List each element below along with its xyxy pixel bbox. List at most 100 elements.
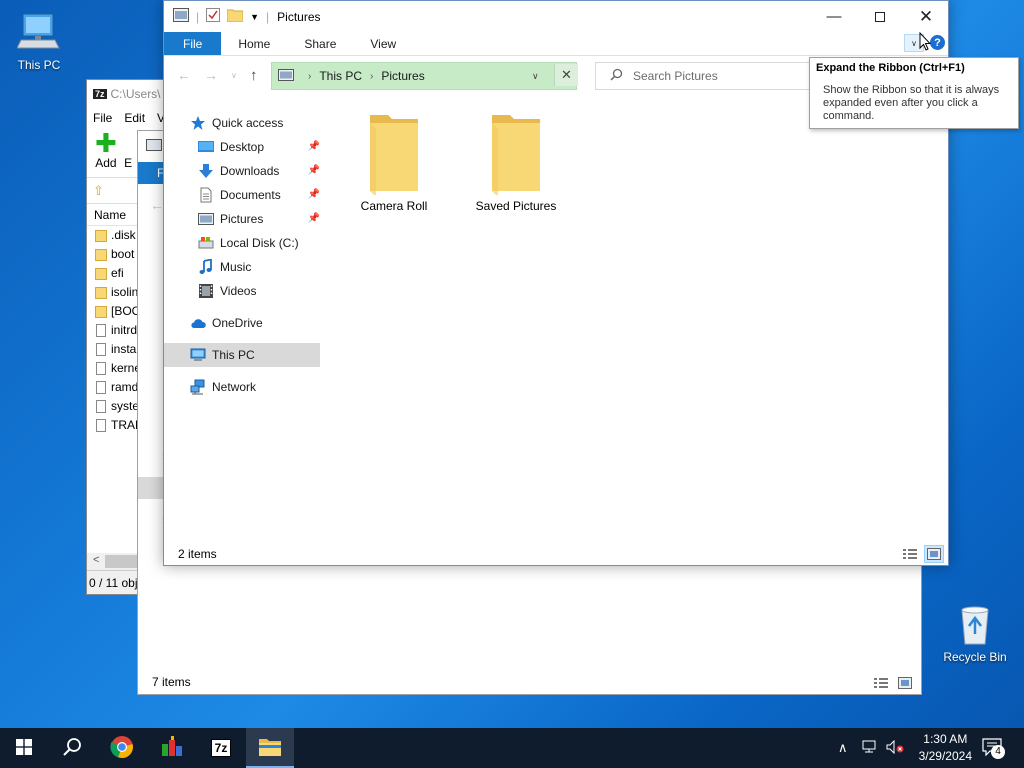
sevenzip-file-name: efi [111,266,124,280]
film-icon [198,283,214,299]
nav-label: Local Disk (C:) [220,236,299,250]
taskbar-chrome[interactable] [98,728,146,768]
maximize-button[interactable] [857,1,903,32]
desktop-folder-icon [198,139,214,155]
desktop-icon-recycle-bin[interactable]: Recycle Bin [937,602,1013,664]
close-button[interactable]: ✕ [903,1,949,32]
tooltip-body: Show the Ribbon so that it is always exp… [823,84,1000,122]
qat-separator: | [266,9,270,24]
search-input[interactable] [633,69,833,83]
address-clear-button[interactable]: ✕ [554,64,578,86]
file-icon [96,419,106,432]
sevenzip-add-label: Add [95,156,117,170]
mouse-cursor-icon [919,31,932,55]
show-hidden-icons-chevron[interactable]: ∧ [838,740,848,756]
breadcrumb-pictures[interactable]: Pictures [381,69,424,83]
folder-item-saved-pictures[interactable]: Saved Pictures [461,111,571,213]
address-bar[interactable]: › This PC › Pictures ∨ [271,62,577,90]
explorer-back-app-icon [146,139,162,151]
nav-network[interactable]: Network [164,375,324,399]
tab-view[interactable]: View [353,32,413,55]
nav-label: Pictures [220,212,264,226]
ribbon-tabs: File Home Share View [164,32,948,56]
sevenzip-menu-edit[interactable]: Edit [124,111,145,125]
folder-icon [488,111,544,197]
nav-onedrive[interactable]: OneDrive [164,311,324,335]
pin-icon[interactable]: 📌 [308,213,320,224]
folder-item-camera-roll[interactable]: Camera Roll [339,111,449,213]
pin-icon[interactable]: 📌 [308,189,320,200]
nav-pictures[interactable]: Pictures 📌 [164,207,324,231]
close-icon: ✕ [561,67,572,82]
tab-share[interactable]: Share [287,32,353,55]
volume-muted-icon[interactable] [886,739,906,757]
nav-videos[interactable]: Videos [164,279,324,303]
forward-arrow-icon[interactable]: → [204,67,218,83]
sevenzip-menu-file[interactable]: File [93,111,112,125]
folder-icon [258,737,282,760]
this-pc-small-icon [278,68,294,84]
taskbar-7zip[interactable]: 7z [197,728,245,768]
recent-locations-chevron-icon[interactable]: ∨ [231,71,237,80]
search-icon [610,68,623,84]
taskbar-file-explorer[interactable] [246,728,294,768]
up-folder-icon[interactable]: ⇧ [93,183,104,199]
taskbar-clock[interactable]: 1:30 AM 3/29/2024 [919,731,972,765]
taskbar-app-tools[interactable] [148,728,196,768]
large-icons-view-icon[interactable] [895,674,915,692]
file-icon [96,381,106,394]
desktop-icon-label: Recycle Bin [943,650,1007,664]
explorer-back-file-tab[interactable]: F [138,162,164,184]
notification-center-button[interactable]: 4 [982,738,1005,759]
nav-local-disk[interactable]: Local Disk (C:) [164,231,324,255]
nav-selected-highlight [138,477,164,499]
large-icons-view-icon[interactable] [924,545,944,563]
properties-check-icon[interactable] [206,8,221,25]
pin-icon[interactable]: 📌 [308,165,320,176]
desktop-icon-this-pc[interactable]: This PC [1,10,77,72]
help-button[interactable]: ? [930,35,945,50]
minimize-button[interactable]: — [811,1,857,32]
nav-this-pc[interactable]: This PC [164,343,320,367]
network-status-icon[interactable] [862,740,880,757]
details-view-icon[interactable] [900,545,920,563]
star-icon [190,115,206,131]
pin-icon[interactable]: 📌 [308,141,320,152]
up-arrow-icon[interactable]: ↑ [250,67,258,84]
sevenzip-file-name: instal [111,342,140,356]
item-count-status: 2 items [178,547,217,561]
nav-label: OneDrive [212,316,263,330]
nav-downloads[interactable]: Downloads 📌 [164,159,324,183]
help-icon: ? [934,36,941,49]
recycle-bin-icon [953,602,997,646]
details-view-icon[interactable] [871,674,891,692]
address-history-chevron-icon[interactable]: ∨ [532,71,539,82]
desktop-icon-label: This PC [17,58,61,72]
sevenzip-add-button[interactable]: ✚ Add [95,130,117,170]
nav-quick-access[interactable]: Quick access [164,111,324,135]
new-folder-icon[interactable] [226,8,244,25]
download-arrow-icon [198,163,214,179]
sevenzip-file-name: isolin [111,285,139,299]
search-taskbar-button[interactable] [48,728,96,768]
nav-music[interactable]: Music [164,255,324,279]
minimize-icon: — [826,8,842,25]
back-arrow-icon[interactable]: ← [150,197,164,213]
back-arrow-icon[interactable]: ← [177,67,191,83]
tab-file[interactable]: File [164,32,222,55]
colorful-app-icon [160,735,184,761]
breadcrumb-this-pc[interactable]: This PC [319,69,362,83]
sevenzip-titlebar[interactable]: 7z C:\Users\ [87,80,165,108]
sevenzip-extract-label: E [124,156,133,170]
nav-desktop[interactable]: Desktop 📌 [164,135,324,159]
breadcrumb-separator-icon: › [308,70,312,82]
nav-documents[interactable]: Documents 📌 [164,183,324,207]
sevenzip-extract-button[interactable]: E [124,130,132,170]
start-button[interactable] [0,728,48,768]
tab-home[interactable]: Home [221,32,287,55]
customize-qat-dropdown-icon[interactable]: ▼ [250,12,259,22]
window-app-icon[interactable] [173,8,189,25]
scroll-left-icon[interactable]: < [93,554,99,566]
quick-access-toolbar: | ▼ | [164,8,269,25]
